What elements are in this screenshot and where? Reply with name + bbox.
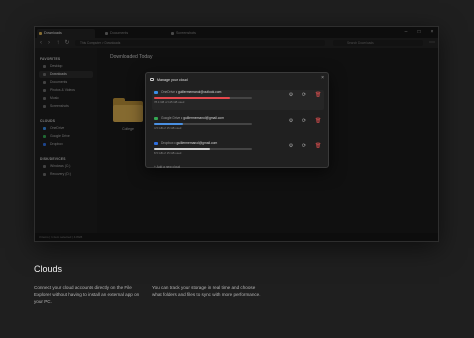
delete-icon[interactable]: 🗑 bbox=[315, 118, 321, 124]
account-service: Google Drive bbox=[161, 116, 181, 120]
settings-icon[interactable]: ⚙ bbox=[288, 92, 294, 98]
account-email: guillermemanol@gmail.com bbox=[176, 141, 218, 145]
storage-bar bbox=[154, 148, 252, 150]
cloud-account-row: Dropbox • guillermemanol@gmail.com 8.5 G… bbox=[154, 141, 322, 155]
google-drive-icon bbox=[154, 117, 158, 120]
dialog-title: Manage your cloud bbox=[157, 78, 188, 82]
account-email: guillermemanol@outlook.com bbox=[177, 90, 222, 94]
storage-bar bbox=[154, 97, 252, 99]
settings-icon[interactable]: ⚙ bbox=[288, 143, 294, 149]
delete-icon[interactable]: 🗑 bbox=[315, 92, 321, 98]
promo-paragraph-1: Connect your cloud accounts directly on … bbox=[34, 285, 140, 304]
storage-usage: 4.5 GB of 15 GB used bbox=[154, 126, 182, 130]
account-service: Dropbox bbox=[161, 141, 174, 145]
storage-bar-fill bbox=[154, 123, 184, 125]
promo-heading: Clouds bbox=[34, 264, 63, 274]
sync-icon[interactable]: ⟳ bbox=[301, 143, 307, 149]
delete-icon[interactable]: 🗑 bbox=[315, 143, 321, 149]
add-cloud-button[interactable]: + Add a new cloud bbox=[154, 165, 180, 169]
manage-cloud-dialog: Manage your cloud × OneDrive • guillerme… bbox=[145, 72, 329, 169]
storage-bar bbox=[154, 123, 252, 125]
cloud-account-row: OneDrive • guillermemanol@outlook.com 78… bbox=[152, 90, 324, 110]
account-email: guillermemanol@gmail.com bbox=[183, 116, 224, 120]
sync-icon[interactable]: ⟳ bbox=[301, 92, 307, 98]
onedrive-icon bbox=[154, 91, 158, 94]
cloud-icon bbox=[150, 78, 154, 81]
account-service: OneDrive bbox=[161, 90, 175, 94]
settings-icon[interactable]: ⚙ bbox=[288, 118, 294, 124]
sync-icon[interactable]: ⟳ bbox=[301, 118, 307, 124]
cloud-account-row: Google Drive • guillermemanol@gmail.com … bbox=[154, 116, 322, 130]
storage-bar-fill bbox=[154, 97, 231, 99]
storage-usage: 78.4 GB of 115 GB used bbox=[154, 100, 185, 104]
storage-bar-fill bbox=[154, 148, 210, 150]
close-icon[interactable]: × bbox=[321, 75, 324, 81]
promo-paragraph-2: You can track your storage in real time … bbox=[152, 285, 261, 297]
storage-usage: 8.5 GB of 15 GB used bbox=[154, 151, 182, 155]
dropbox-icon bbox=[154, 142, 158, 145]
